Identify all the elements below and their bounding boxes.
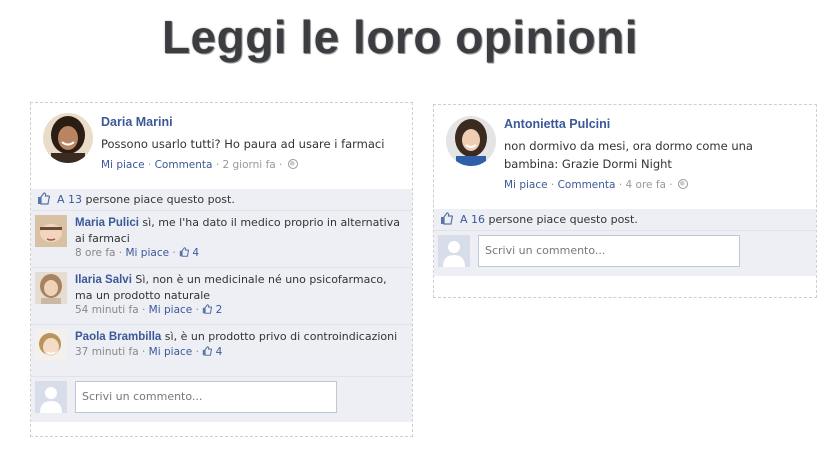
comment-text: sì, è un prodotto privo di controindicaz…	[164, 330, 398, 343]
post-text: Possono usarlo tutti? Ho paura ad usare …	[101, 137, 385, 151]
comment-meta: 54 minuti fa · Mi piace · 2	[75, 304, 223, 316]
comment-item: Paola Brambilla sì, è un prodotto privo …	[31, 324, 412, 376]
thumbs-up-icon	[441, 212, 453, 225]
like-link[interactable]: Mi piace	[504, 179, 548, 191]
comment-item: Ilaria Salvi Sì, non è un medicinale né …	[31, 267, 412, 324]
post-time[interactable]: 2 giorni fa	[223, 159, 276, 171]
comment-meta: 37 minuti fa · Mi piace · 4	[75, 346, 223, 358]
comment-like-count[interactable]: 4	[192, 247, 199, 259]
author-avatar[interactable]	[43, 113, 93, 163]
post-header: Daria Marini Possono usarlo tutti? Ho pa…	[31, 103, 412, 189]
comment-author[interactable]: Maria Pulici	[75, 217, 139, 229]
post-card: Daria Marini Possono usarlo tutti? Ho pa…	[30, 102, 413, 437]
comment-author[interactable]: Paola Brambilla	[75, 331, 161, 343]
thumbs-up-icon	[203, 346, 213, 356]
write-comment-row: Scrivi un commento...	[434, 230, 816, 276]
comment-like-count[interactable]: 4	[216, 346, 223, 358]
likes-summary: A 16 persone piace questo post.	[434, 209, 816, 230]
comment-input[interactable]: Scrivi un commento...	[75, 381, 337, 413]
post-time[interactable]: 4 ore fa	[626, 179, 666, 191]
comment-meta: 8 ore fa · Mi piace · 4	[75, 247, 200, 259]
post-author[interactable]: Daria Marini	[101, 115, 400, 129]
post-meta: Mi piace · Commenta · 4 ore fa ·	[504, 179, 804, 191]
author-avatar[interactable]	[446, 116, 496, 166]
comment-time[interactable]: 37 minuti fa	[75, 346, 139, 358]
comment-time[interactable]: 8 ore fa	[75, 247, 115, 259]
thumbs-up-icon	[179, 247, 190, 257]
comment-author[interactable]: Ilaria Salvi	[75, 274, 132, 286]
post-meta: Mi piace · Commenta · 2 giorni fa ·	[101, 159, 400, 171]
likes-text: persone piace questo post.	[488, 213, 638, 226]
comment-like-link[interactable]: Mi piace	[125, 247, 169, 259]
comment-like-link[interactable]: Mi piace	[149, 346, 193, 358]
post-card: Antonietta Pulcini non dormivo da mesi, …	[433, 104, 817, 298]
likes-count[interactable]: A 16	[460, 213, 485, 226]
post-author[interactable]: Antonietta Pulcini	[504, 117, 804, 131]
globe-icon	[677, 179, 688, 189]
page-headline: Leggi le loro opinioni	[161, 11, 639, 63]
thumbs-up-icon	[38, 192, 50, 205]
write-comment-row: Scrivi un commento...	[31, 376, 412, 422]
comment-time[interactable]: 54 minuti fa	[75, 304, 139, 316]
default-avatar-icon	[35, 381, 67, 413]
likes-summary: A 13 persone piace questo post.	[31, 189, 412, 210]
like-link[interactable]: Mi piace	[101, 159, 145, 171]
comment-like-count[interactable]: 2	[216, 304, 223, 316]
default-avatar-icon	[438, 235, 470, 267]
commenter-avatar[interactable]	[35, 329, 67, 361]
comment-item: Maria Pulici sì, me l'ha dato il medico …	[31, 210, 412, 267]
comment-like-link[interactable]: Mi piace	[149, 304, 193, 316]
comment-link[interactable]: Commenta	[155, 159, 213, 171]
globe-icon	[287, 159, 298, 169]
comment-input[interactable]: Scrivi un commento...	[478, 235, 740, 267]
likes-count[interactable]: A 13	[57, 193, 82, 206]
commenter-avatar[interactable]	[35, 272, 67, 304]
commenter-avatar[interactable]	[35, 215, 67, 247]
comment-link[interactable]: Commenta	[558, 179, 616, 191]
thumbs-up-icon	[203, 304, 213, 314]
post-header: Antonietta Pulcini non dormivo da mesi, …	[434, 105, 816, 209]
post-text: non dormivo da mesi, ora dormo come una …	[504, 139, 753, 171]
likes-text: persone piace questo post.	[85, 193, 235, 206]
comment-text-line: Paola Brambilla sì, è un prodotto privo …	[75, 329, 404, 345]
comment-text-line: Ilaria Salvi Sì, non è un medicinale né …	[75, 272, 404, 303]
comment-text-line: Maria Pulici sì, me l'ha dato il medico …	[75, 215, 404, 246]
